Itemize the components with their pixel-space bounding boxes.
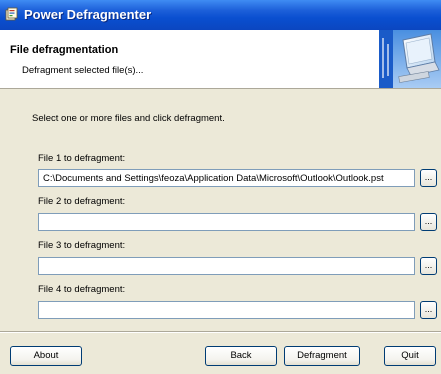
file-1-path-input[interactable] [38, 169, 415, 187]
file-4-path-input[interactable] [38, 301, 415, 319]
footer-separator [0, 331, 441, 333]
app-window: Power Defragmenter File defragmentation … [0, 0, 441, 374]
file-4-browse-button[interactable]: ... [420, 301, 437, 319]
header-title: File defragmentation [10, 44, 119, 56]
header-subtitle: Defragment selected file(s)... [22, 65, 144, 76]
defragmenter-app-icon [5, 7, 18, 21]
back-button[interactable]: Back [205, 346, 277, 366]
file-2-browse-button[interactable]: ... [420, 213, 437, 231]
file-3-browse-button[interactable]: ... [420, 257, 437, 275]
file-3-label: File 3 to defragment: [38, 240, 126, 251]
title-bar[interactable]: Power Defragmenter [0, 0, 441, 30]
file-3-path-input[interactable] [38, 257, 415, 275]
file-4-label: File 4 to defragment: [38, 284, 126, 295]
instructions-text: Select one or more files and click defra… [32, 113, 225, 124]
file-2-label: File 2 to defragment: [38, 196, 126, 207]
file-2-path-input[interactable] [38, 213, 415, 231]
brand-strip-text [379, 30, 393, 88]
window-title: Power Defragmenter [24, 7, 152, 22]
about-button[interactable]: About [10, 346, 82, 366]
content-area: Select one or more files and click defra… [0, 89, 441, 331]
wizard-header: File defragmentation Defragment selected… [0, 30, 441, 89]
file-1-browse-button[interactable]: ... [420, 169, 437, 187]
quit-button[interactable]: Quit [384, 346, 436, 366]
file-1-label: File 1 to defragment: [38, 153, 126, 164]
defragment-button[interactable]: Defragment [284, 346, 360, 366]
